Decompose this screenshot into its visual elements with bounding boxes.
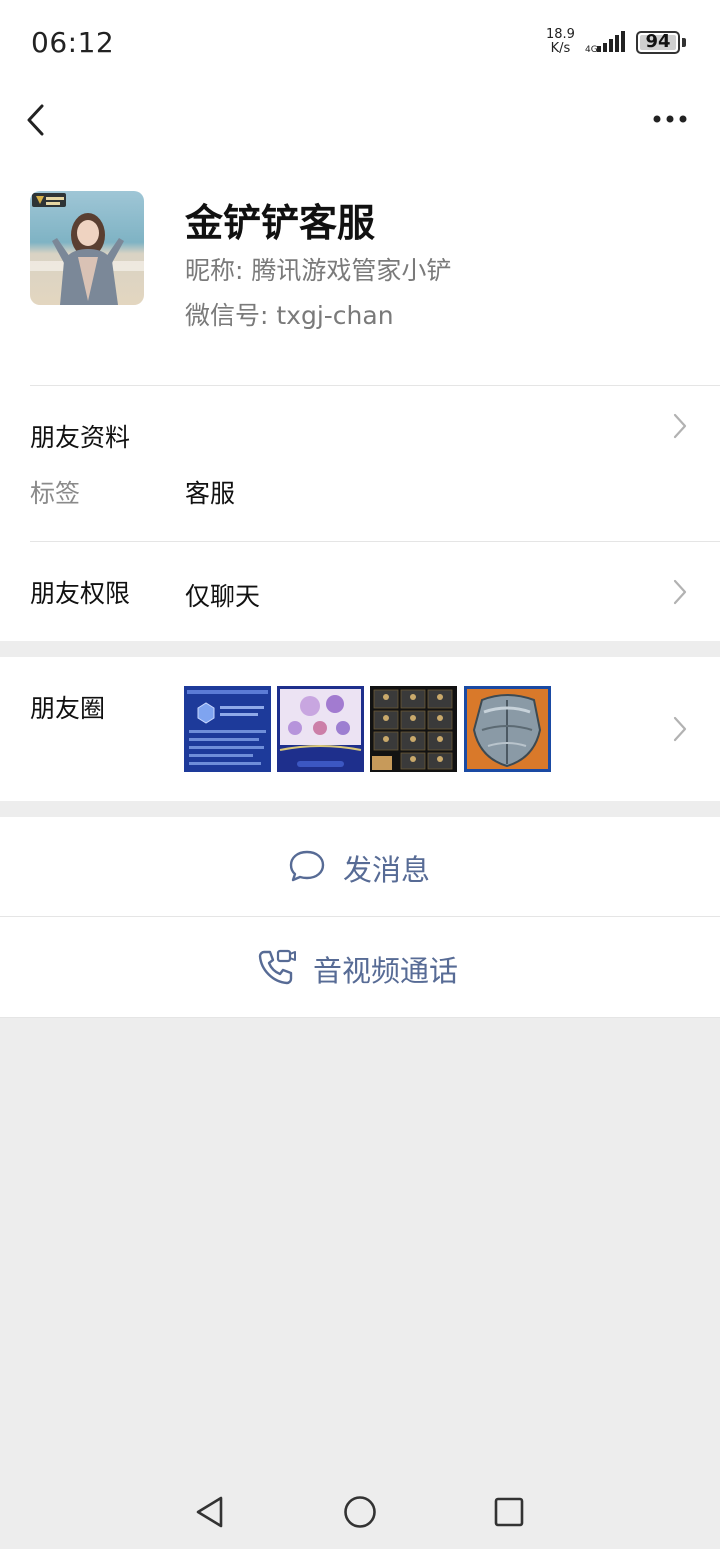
divider [0, 1017, 720, 1018]
svg-text:4G: 4G [585, 45, 598, 54]
signal-icon: 4G [585, 31, 625, 54]
chevron-right-icon [673, 716, 687, 742]
battery-level: 94 [645, 31, 671, 52]
send-message-button[interactable]: 发消息 [0, 817, 720, 916]
phone-video-icon [258, 949, 296, 985]
nav-back-icon[interactable] [193, 1494, 227, 1530]
send-message-label: 发消息 [343, 853, 431, 887]
friend-info-title: 朋友资料 [30, 423, 131, 452]
battery-icon: 94 [636, 31, 686, 55]
video-call-button[interactable]: 音视频通话 [0, 917, 720, 1017]
friend-permissions-title: 朋友权限 [30, 579, 131, 608]
avatar[interactable] [30, 191, 144, 305]
tag-label: 标签 [30, 479, 81, 508]
section-gap [0, 641, 720, 657]
tag-value: 客服 [185, 479, 236, 508]
moments-title: 朋友圈 [30, 694, 106, 723]
chat-bubble-icon [289, 850, 325, 882]
video-call-label: 音视频通话 [313, 954, 459, 988]
moment-thumbnail[interactable] [277, 686, 364, 772]
friend-info-row[interactable]: 朋友资料 标签 客服 [0, 386, 720, 541]
friend-permissions-value: 仅聊天 [185, 582, 261, 611]
friend-permissions-row[interactable]: 朋友权限 仅聊天 [0, 542, 720, 640]
contact-name: 金铲铲客服 [185, 201, 376, 245]
status-time: 06:12 [31, 26, 115, 59]
moment-thumbnail[interactable] [464, 686, 551, 772]
back-icon[interactable] [22, 100, 52, 140]
nav-recents-icon[interactable] [493, 1496, 525, 1528]
moment-thumbnail[interactable] [370, 686, 457, 772]
network-speed-unit: K/s [550, 41, 571, 56]
nickname: 昵称: 腾讯游戏管家小铲 [185, 256, 452, 285]
network-speed-value: 18.9 [546, 27, 575, 42]
wechat-id: 微信号: txgj-chan [185, 301, 394, 330]
chevron-right-icon [673, 413, 687, 439]
network-speed: 18.9 K/s [546, 28, 575, 56]
nav-home-icon[interactable] [342, 1494, 378, 1530]
section-gap [0, 801, 720, 817]
more-dots-icon[interactable] [648, 106, 692, 132]
chevron-right-icon [673, 579, 687, 605]
moment-thumbnail[interactable] [184, 686, 271, 772]
